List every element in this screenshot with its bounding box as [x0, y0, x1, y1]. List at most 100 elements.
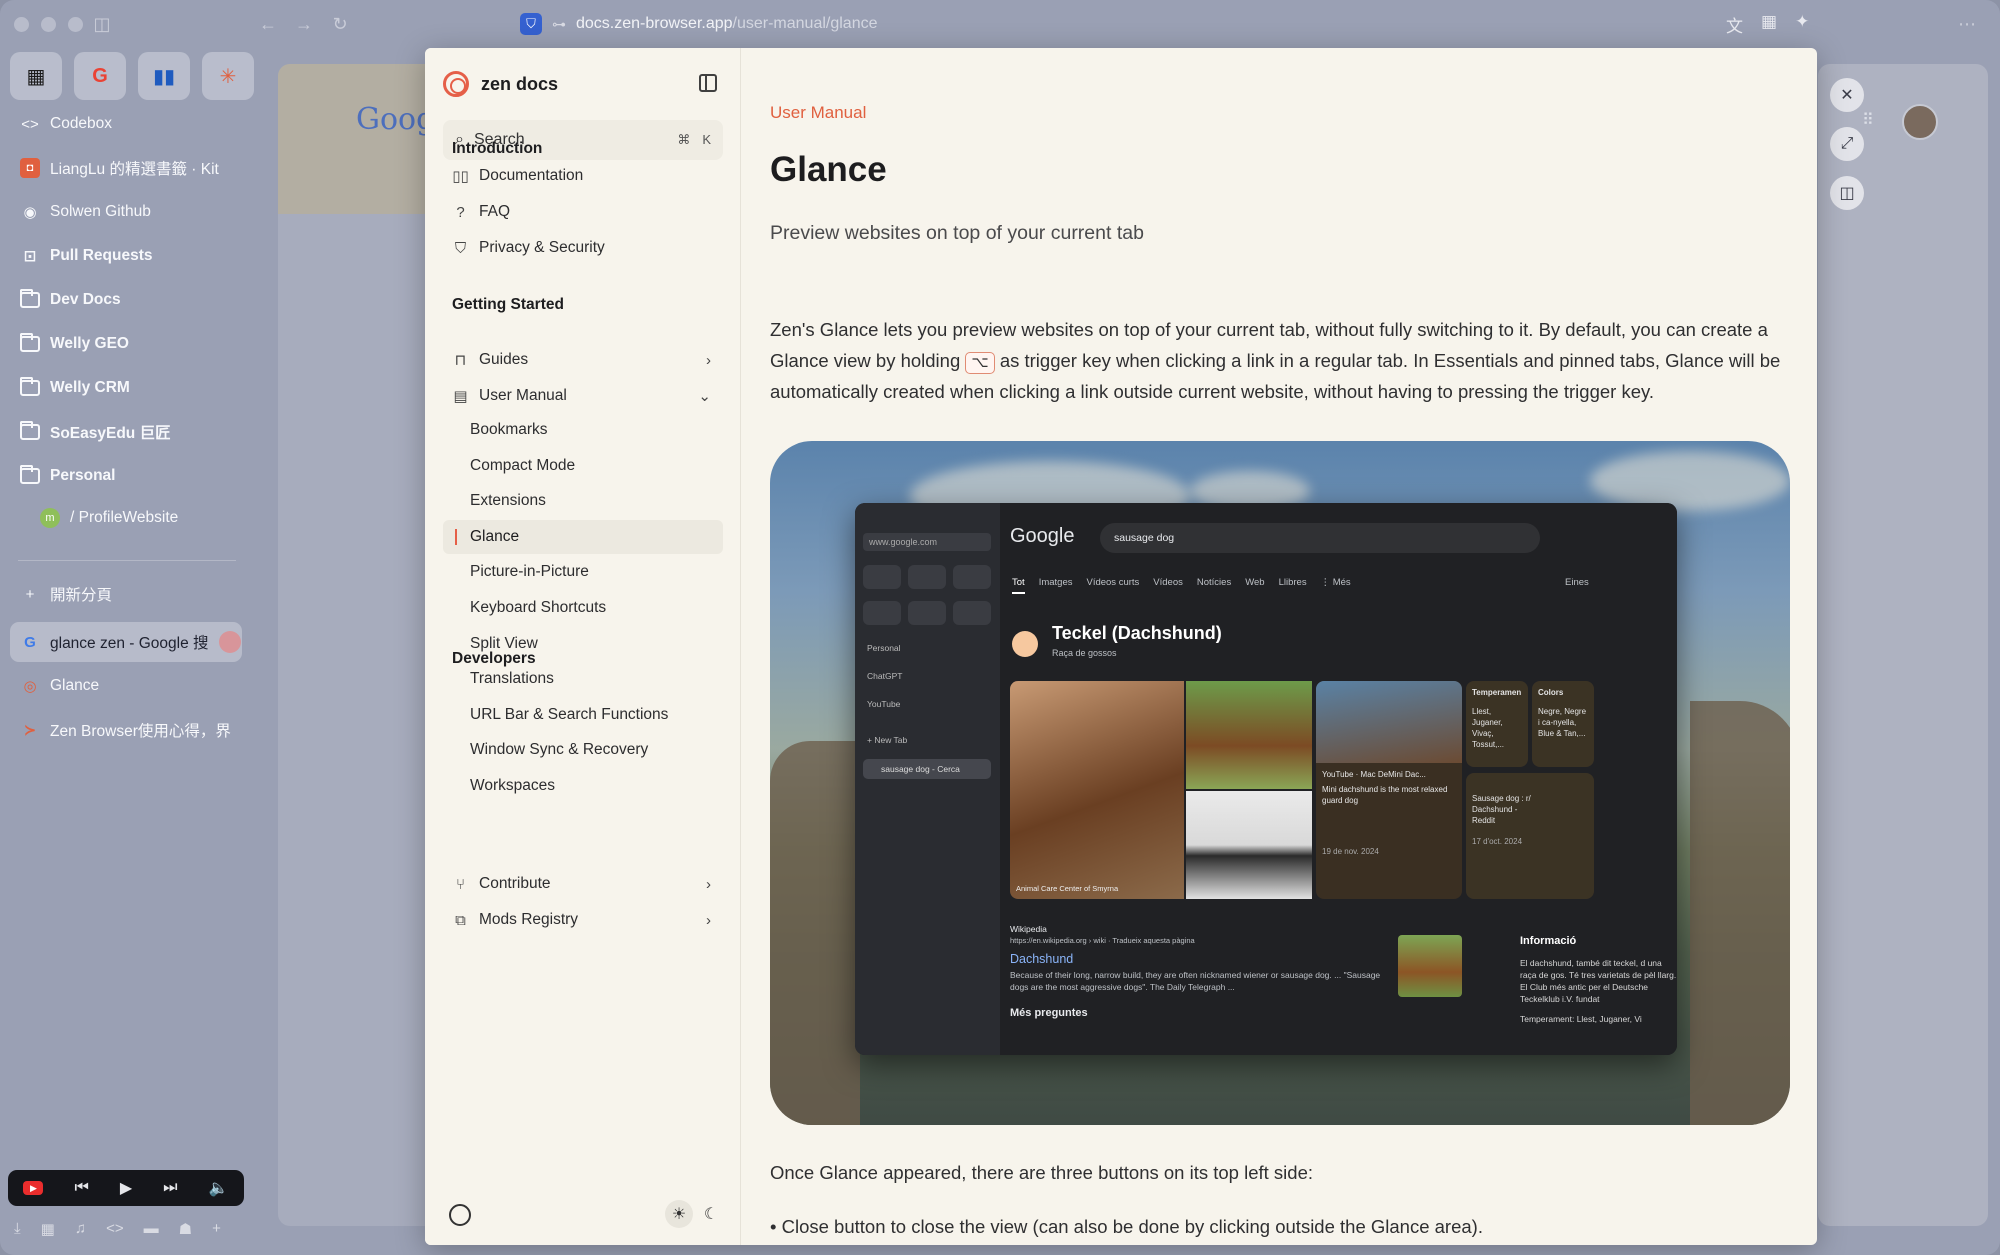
- more-menu-icon[interactable]: ⋯: [1955, 12, 1979, 36]
- essential-claude[interactable]: ✳: [202, 52, 254, 100]
- mock-info-panel: Informació El dachshund, també dit tecke…: [1520, 935, 1677, 1025]
- nav-subitem-url-bar-search-functions[interactable]: URL Bar & Search Functions: [443, 698, 723, 732]
- top-bar: ◫ ← → ↻ ⛉ ⊶ docs.zen-browser.app/user-ma…: [0, 0, 2000, 48]
- sidebar-item[interactable]: ◘ LiangLu 的精選書籤 · Kit: [10, 148, 242, 188]
- new-tab-button[interactable]: + 開新分頁: [10, 574, 242, 614]
- glance-close-button[interactable]: ✕: [1830, 78, 1864, 112]
- mock-card-text: Negre, Negre i ca-nyella, Blue & Tan,...: [1538, 707, 1587, 738]
- mock-search-tabs: Tot Imatges Vídeos curts Vídeos Notícies Web L…: [1012, 577, 1351, 594]
- nav-subitem-picture-in-picture[interactable]: Picture-in-Picture: [443, 555, 723, 589]
- sidebar-item[interactable]: SoEasyEdu 巨匠: [10, 412, 242, 452]
- mock-info-text: El dachshund, també dit teckel, d una ra…: [1520, 958, 1677, 1004]
- nav-item[interactable]: ⑂ Contribute ›: [443, 867, 723, 901]
- url-actions: 文 ▦ ✦: [1726, 12, 1809, 37]
- essential-google[interactable]: G: [74, 52, 126, 100]
- sidebar-item-label: Welly CRM: [50, 379, 130, 396]
- sidebar-tab[interactable]: ◎ Glance: [10, 666, 242, 706]
- nav-item[interactable]: ▯▯ Documentation: [443, 159, 723, 193]
- sidebar-item[interactable]: Dev Docs: [10, 280, 242, 320]
- docs-brand[interactable]: zen docs: [443, 71, 558, 97]
- url-bar[interactable]: ⛉ ⊶ docs.zen-browser.app/user-manual/gla…: [520, 10, 1760, 38]
- nav-item[interactable]: ▤ User Manual ⌄: [443, 379, 723, 413]
- light-theme-icon[interactable]: ☀: [665, 1200, 693, 1228]
- chevron-down-icon[interactable]: ⌄: [698, 387, 711, 405]
- translate-icon[interactable]: 文: [1726, 12, 1743, 37]
- glance-expand-button[interactable]: ⤢: [1830, 127, 1864, 161]
- youtube-icon[interactable]: ▶: [23, 1181, 44, 1195]
- nav-subitem-window-sync-recovery[interactable]: Window Sync & Recovery: [443, 733, 723, 767]
- chevron-right-icon[interactable]: ›: [706, 876, 711, 893]
- close-window-button[interactable]: [14, 17, 29, 32]
- glance-split-button[interactable]: ◫: [1830, 176, 1864, 210]
- chevron-right-icon[interactable]: ›: [706, 352, 711, 369]
- downloads-icon[interactable]: ⤓: [14, 1220, 21, 1238]
- sidebar-item[interactable]: ◉ Solwen Github: [10, 192, 242, 232]
- breadcrumb[interactable]: User Manual: [770, 103, 866, 123]
- play-icon[interactable]: ▶: [120, 1178, 132, 1198]
- sidebar-item[interactable]: Personal: [10, 456, 242, 496]
- sidebar-collapse-icon[interactable]: [699, 74, 717, 92]
- previous-track-icon[interactable]: ⏮: [74, 1179, 88, 1197]
- workspaces-icon[interactable]: ▦: [41, 1220, 55, 1238]
- bullet-close-button: • Close button to close the view (can al…: [770, 1216, 1483, 1237]
- back-icon[interactable]: ←: [256, 12, 280, 36]
- mock-card-text: Llest, Juganer, Vivaç, Tossut,...: [1472, 707, 1505, 749]
- dark-theme-icon[interactable]: ☾: [697, 1200, 725, 1228]
- bitwarden-shield-icon[interactable]: ⛉: [520, 13, 542, 35]
- sidebar-item[interactable]: Welly CRM: [10, 368, 242, 408]
- add-workspace-icon[interactable]: +: [212, 1220, 221, 1238]
- github-icon: ◉: [23, 204, 37, 221]
- maximize-window-button[interactable]: [68, 17, 83, 32]
- mock-active-tab: sausage dog - Cerca: [863, 759, 991, 779]
- nav-item[interactable]: ⧉ Mods Registry ›: [443, 903, 723, 937]
- sidebar-item-label: Personal: [50, 467, 116, 484]
- ai-translate-icon[interactable]: ✦: [1795, 12, 1809, 37]
- mock-dog-image: Animal Care Center of Smyrna: [1010, 681, 1184, 899]
- nav-subitem-compact-mode[interactable]: Compact Mode: [443, 449, 723, 483]
- site-info-icon[interactable]: ⊶: [552, 16, 566, 33]
- nav-item[interactable]: ⛉ Privacy & Security: [443, 231, 723, 265]
- bot-workspace-icon[interactable]: ☗: [179, 1220, 192, 1238]
- github-icon[interactable]: [449, 1204, 471, 1226]
- avatar[interactable]: [1902, 104, 1938, 140]
- puzzle-icon: ⧉: [455, 911, 466, 929]
- nav-item[interactable]: ⊓ Guides ›: [443, 343, 723, 377]
- music-workspace-icon[interactable]: ♫: [75, 1220, 86, 1238]
- mock-google-logo: Google: [1010, 525, 1075, 547]
- essential-calendar[interactable]: ▦: [10, 52, 62, 100]
- sidebar-item[interactable]: m / ProfileWebsite: [10, 498, 242, 538]
- reload-icon[interactable]: ↻: [328, 12, 352, 36]
- sidebar-item[interactable]: <> Codebox: [10, 104, 242, 144]
- intro-paragraph: Zen's Glance lets you preview websites o…: [770, 314, 1795, 407]
- nav-subitem-bookmarks[interactable]: Bookmarks: [443, 413, 723, 447]
- chevron-right-icon[interactable]: ›: [706, 912, 711, 929]
- nav-subitem-extensions[interactable]: Extensions: [443, 484, 723, 518]
- sidebar-item[interactable]: Welly GEO: [10, 324, 242, 364]
- sidebar-tab[interactable]: Gglance zen - Google 搜: [10, 622, 242, 662]
- reader-view-icon[interactable]: ▦: [1761, 12, 1777, 37]
- nav-subitem-workspaces[interactable]: Workspaces: [443, 769, 723, 803]
- forward-icon[interactable]: →: [292, 12, 316, 36]
- minimize-window-button[interactable]: [41, 17, 56, 32]
- essential-trello[interactable]: ▮▮: [138, 52, 190, 100]
- folder-open-icon: [20, 465, 40, 486]
- google-icon: G: [92, 64, 108, 87]
- sidebar-item[interactable]: ⊡ Pull Requests: [10, 236, 242, 276]
- code-workspace-icon[interactable]: <>: [106, 1220, 124, 1238]
- apps-grid-icon[interactable]: ⠿: [1862, 110, 1882, 130]
- mock-search-tab: Web: [1245, 577, 1265, 588]
- nav-subitem-keyboard-shortcuts[interactable]: Keyboard Shortcuts: [443, 591, 723, 625]
- sidebar-tab[interactable]: ≻ Zen Browser使用心得，界: [10, 710, 242, 750]
- nav-subitem-glance[interactable]: Glance: [443, 519, 723, 554]
- nav-item[interactable]: ? FAQ: [443, 195, 723, 229]
- sidebar-tab-label: Glance: [50, 677, 100, 694]
- sidebar-item-label: SoEasyEdu 巨匠: [50, 425, 171, 442]
- next-track-icon[interactable]: ⏭: [163, 1179, 177, 1197]
- nav-item-label: Documentation: [479, 167, 584, 184]
- calendar-icon: ▦: [26, 65, 46, 88]
- sidebar-toggle-icon[interactable]: ◫: [90, 12, 114, 36]
- zen-blog-icon: ≻: [23, 722, 37, 739]
- archive-workspace-icon[interactable]: ▬: [144, 1220, 159, 1238]
- volume-icon[interactable]: 🔈: [209, 1178, 229, 1198]
- tab-close-icon[interactable]: [218, 631, 241, 653]
